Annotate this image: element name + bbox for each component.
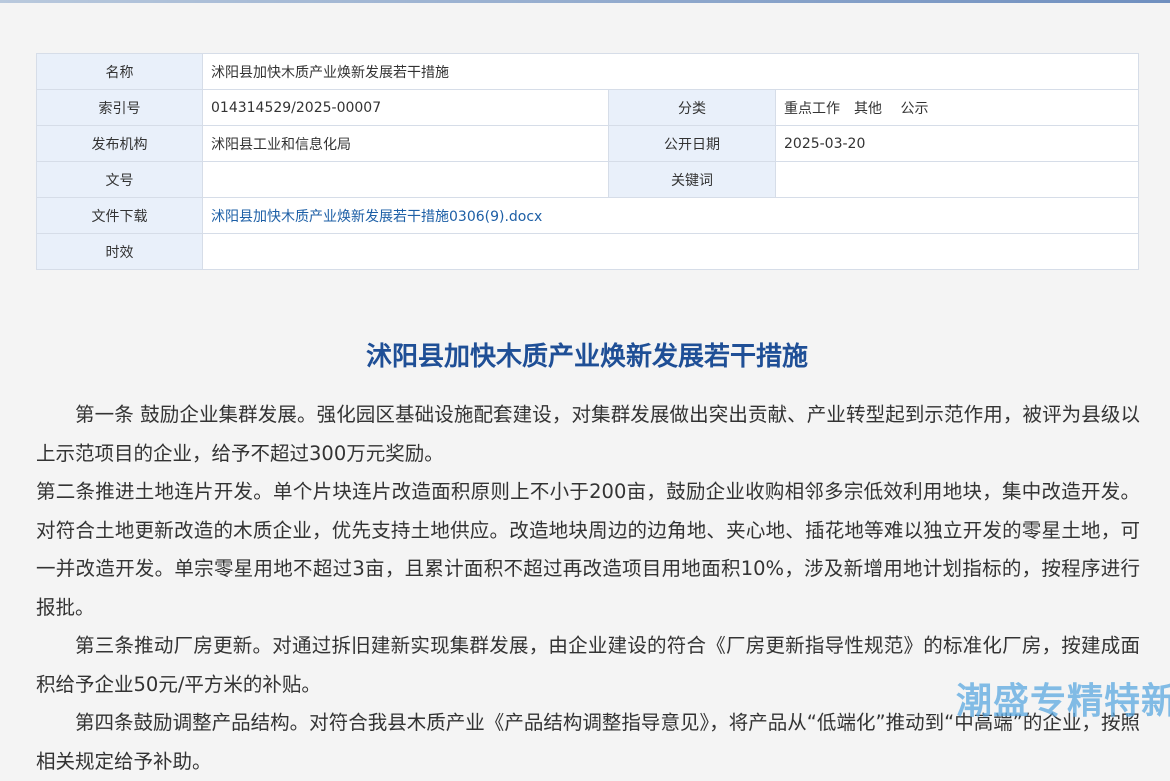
name-value: 沭阳县加快木质产业焕新发展若干措施 <box>202 53 1139 90</box>
date-label: 公开日期 <box>608 125 776 162</box>
docno-value <box>202 161 609 198</box>
category-label: 分类 <box>608 89 776 126</box>
meta-row-publisher: 发布机构 沭阳县工业和信息化局 公开日期 2025-03-20 <box>36 125 1139 162</box>
download-link[interactable]: 沭阳县加快木质产业焕新发展若干措施0306(9).docx <box>211 209 542 225</box>
watermark-logo-text: 潮盛专精特新 <box>955 681 1170 722</box>
article-title: 沭阳县加快木质产业焕新发展若干措施 <box>365 342 808 372</box>
download-cell: 沭阳县加快木质产业焕新发展若干措施0306(9).docx <box>202 197 1139 234</box>
meta-row-docno: 文号 关键词 <box>36 161 1139 198</box>
publisher-value: 沭阳县工业和信息化局 <box>202 125 609 162</box>
document-metadata-table: 名称 沭阳县加快木质产业焕新发展若干措施 索引号 014314529/2025-… <box>36 53 1139 270</box>
keywords-value <box>775 161 1139 198</box>
top-accent-bar <box>0 0 1170 3</box>
download-label: 文件下载 <box>36 197 203 234</box>
meta-row-name: 名称 沭阳县加快木质产业焕新发展若干措施 <box>36 53 1139 90</box>
name-label: 名称 <box>36 53 203 90</box>
meta-row-download: 文件下载 沭阳县加快木质产业焕新发展若干措施0306(9).docx <box>36 197 1139 234</box>
meta-row-index: 索引号 014314529/2025-00007 分类 重点工作 其他 公示 <box>36 89 1139 126</box>
publisher-label: 发布机构 <box>36 125 203 162</box>
category-value: 重点工作 其他 公示 <box>775 89 1139 126</box>
meta-row-validity: 时效 <box>36 233 1139 270</box>
keywords-label: 关键词 <box>608 161 776 198</box>
docno-label: 文号 <box>36 161 203 198</box>
index-value: 014314529/2025-00007 <box>202 89 609 126</box>
validity-value <box>202 233 1139 270</box>
index-label: 索引号 <box>36 89 203 126</box>
article-paragraph-2: 第二条推进土地连片开发。单个片块连片改造面积原则上不小于200亩，鼓励企业收购相… <box>36 480 1140 619</box>
validity-label: 时效 <box>36 233 203 270</box>
date-value: 2025-03-20 <box>775 125 1139 162</box>
article-paragraph-1: 第一条 鼓励企业集群发展。强化园区基础设施配套建设，对集群发展做出突出贡献、产业… <box>36 403 1140 465</box>
